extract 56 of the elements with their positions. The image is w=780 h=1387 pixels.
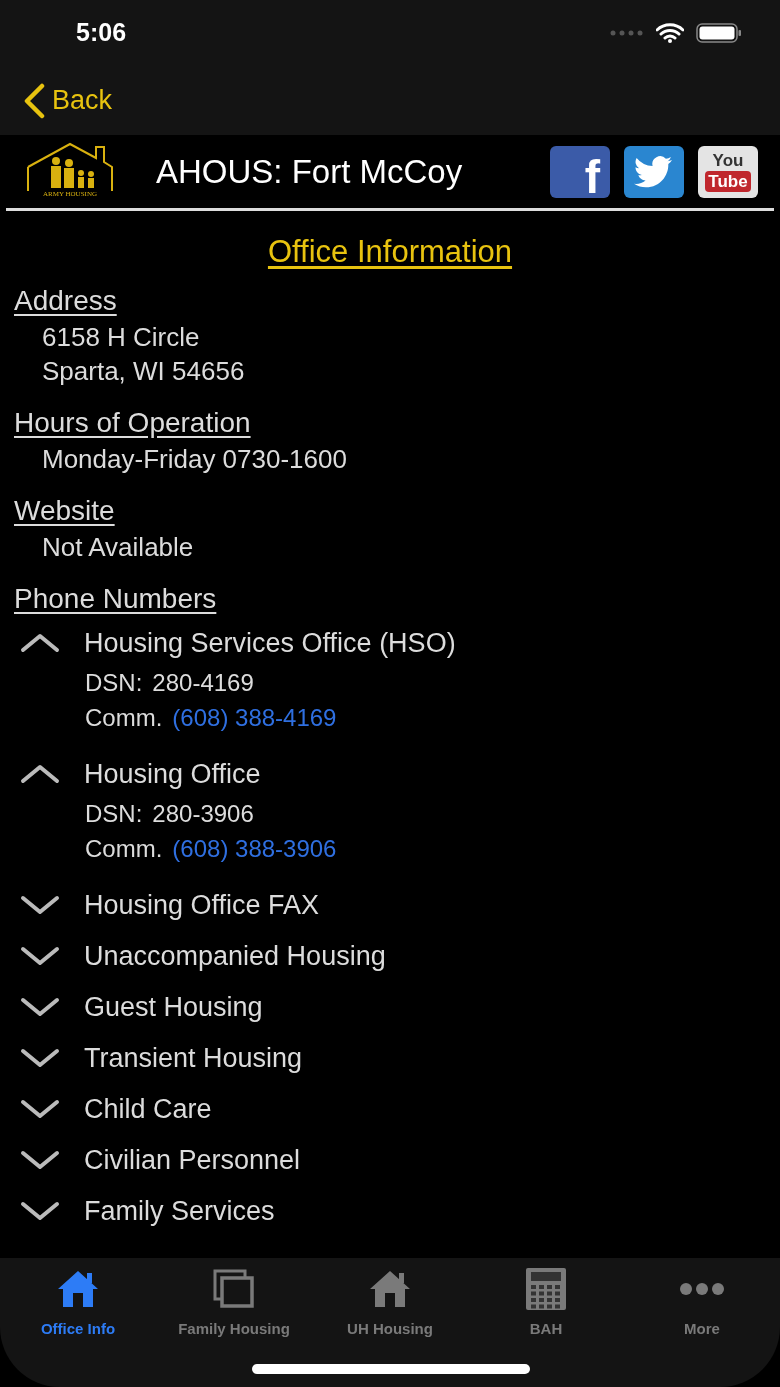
phone-number: 280-3906	[152, 798, 254, 829]
header-title: AHOUS: Fort McCoy	[156, 151, 464, 192]
phone-label: DSN:	[85, 798, 143, 829]
phone-group-toggle[interactable]: Housing Office FAX	[14, 879, 320, 931]
chevron-down-icon	[20, 946, 60, 966]
phone-group-toggle[interactable]: Civilian Personnel	[14, 1134, 301, 1186]
facebook-link[interactable]: f	[550, 145, 610, 198]
chevron-up-icon	[20, 764, 60, 784]
status-time: 5:06	[76, 17, 127, 49]
section-heading: Phone Numbers	[14, 581, 217, 616]
phone-link[interactable]: (608) 388-3906	[172, 830, 337, 866]
chevron-down-icon	[20, 895, 60, 915]
section-heading: Address	[14, 283, 117, 318]
phone-group-toggle[interactable]: Child Care	[14, 1083, 212, 1135]
phone-group-toggle[interactable]: Housing Office	[14, 748, 261, 800]
tab[interactable]: Office Info	[0, 1258, 156, 1340]
calculator-icon	[524, 1266, 568, 1311]
phone-group-toggle[interactable]: Family Services	[14, 1185, 275, 1237]
phone-label: Comm.	[85, 833, 163, 864]
phone-number: 280-4169	[152, 667, 254, 698]
twitter-link[interactable]	[624, 145, 684, 198]
signal-icon	[610, 30, 644, 36]
tab[interactable]: Family Housing	[156, 1258, 312, 1340]
phone-group-toggle[interactable]: Transient Housing	[14, 1032, 303, 1084]
wifi-icon	[656, 23, 684, 43]
battery-icon	[696, 23, 742, 43]
tab[interactable]: BAH	[468, 1258, 624, 1340]
house-icon	[56, 1268, 100, 1309]
chevron-down-icon	[20, 1201, 60, 1221]
chevron-down-icon	[20, 997, 60, 1017]
section-heading: Hours of Operation	[14, 405, 251, 440]
phone-group-toggle[interactable]: Guest Housing	[14, 981, 263, 1033]
chevron-down-icon	[20, 1150, 60, 1170]
youtube-link[interactable]: You Tube	[698, 145, 758, 198]
phone-group-toggle[interactable]: Unaccompanied Housing	[14, 930, 386, 982]
more-icon	[679, 1281, 725, 1296]
info-line: Monday-Friday 0730-1600	[41, 442, 347, 476]
section-heading: Website	[14, 493, 115, 528]
phone-label: DSN:	[85, 667, 143, 698]
tab[interactable]: More	[624, 1258, 780, 1340]
chevron-left-icon	[22, 82, 46, 119]
stacked-windows-icon	[212, 1268, 256, 1309]
phone-link[interactable]: (608) 388-4169	[172, 699, 337, 735]
tab[interactable]: UH Housing	[312, 1258, 468, 1340]
chevron-down-icon	[20, 1048, 60, 1068]
phone-label: Comm.	[85, 702, 163, 733]
phone-group-toggle[interactable]: Housing Services Office (HSO)	[14, 617, 456, 669]
info-line: Sparta, WI 54656	[41, 354, 245, 388]
info-line: Not Available	[41, 530, 194, 564]
info-line: 6158 H Circle	[41, 320, 200, 354]
page-title: Office Information	[267, 233, 513, 271]
chevron-down-icon	[20, 1099, 60, 1119]
house-icon	[368, 1268, 412, 1309]
back-button[interactable]: Back	[22, 80, 113, 121]
chevron-up-icon	[20, 633, 60, 653]
bird-icon	[634, 155, 674, 188]
